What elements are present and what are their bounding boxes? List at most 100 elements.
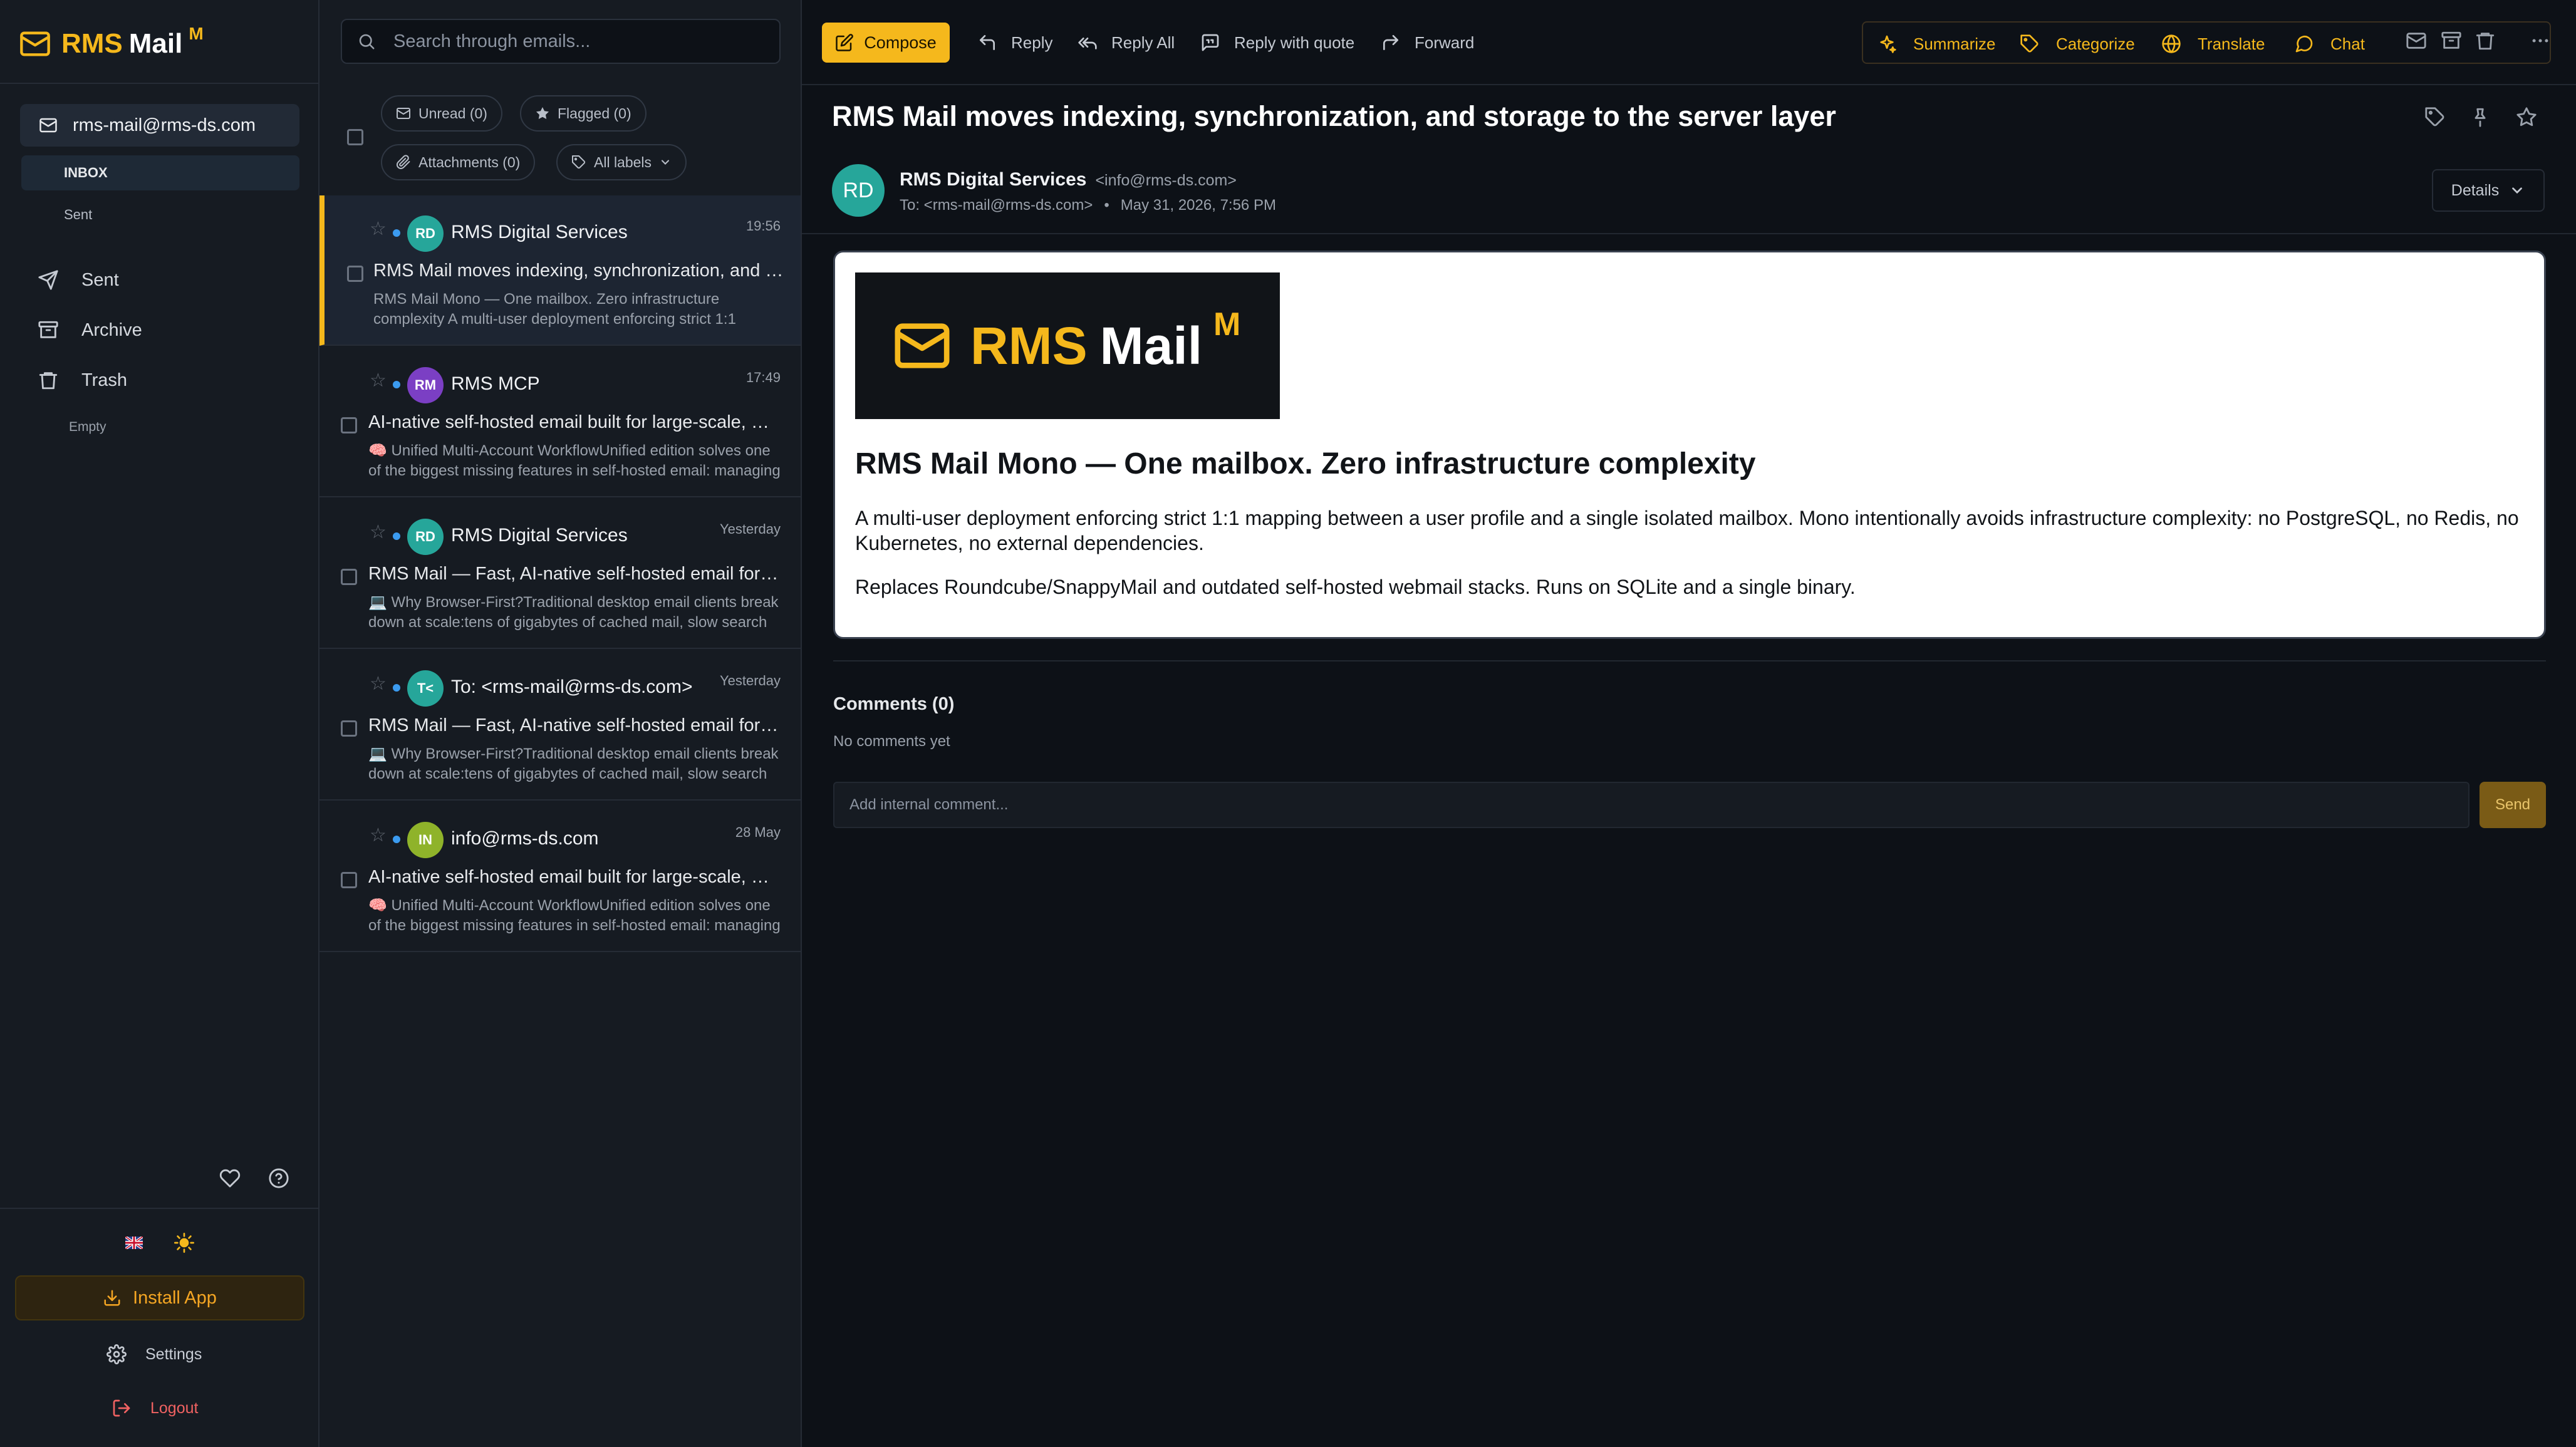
sidebar-item-trash[interactable]: Trash [38, 365, 127, 396]
email-list-item[interactable]: ☆ T< To: <rms-mail@rms-ds.com> Yesterday… [319, 650, 801, 801]
email-checkbox[interactable] [347, 266, 363, 282]
pin-icon[interactable] [2470, 106, 2491, 128]
filter-labels[interactable]: All labels [556, 144, 687, 180]
tag-icon [2020, 34, 2038, 53]
reply-all-icon [1078, 37, 1097, 49]
logout-link[interactable]: Logout [112, 1396, 198, 1421]
reply-all-button[interactable]: Reply All [1078, 26, 1175, 59]
star-icon[interactable]: ☆ [370, 521, 387, 543]
app-name-primary: RMS [61, 28, 123, 59]
reply-button[interactable]: Reply [977, 26, 1052, 59]
trash-icon[interactable] [2475, 30, 2496, 51]
star-icon[interactable]: ☆ [370, 673, 387, 695]
summarize-button[interactable]: Summarize [1877, 31, 1995, 56]
message-subject: RMS Mail moves indexing, synchronization… [832, 100, 1836, 132]
recipient-line: To: <rms-mail@rms-ds.com> • May 31, 2026, … [900, 197, 1276, 214]
email-sender: info@rms-ds.com [451, 828, 599, 849]
sun-icon[interactable] [174, 1233, 194, 1253]
settings-label: Settings [145, 1345, 202, 1363]
star-icon[interactable]: ☆ [370, 218, 387, 240]
chevron-down-icon [2512, 187, 2523, 194]
star-icon[interactable] [2516, 106, 2537, 128]
compose-button[interactable]: Compose [822, 23, 950, 63]
mark-unread-icon[interactable] [2406, 30, 2427, 51]
email-time: 19:56 [745, 218, 781, 234]
sender-avatar: IN [407, 822, 444, 858]
send-comment-button[interactable]: Send [2480, 782, 2546, 828]
app-window: RMS Mail M rms-mail@rms-ds.com INBOX Sen… [0, 0, 2576, 1447]
email-checkbox[interactable] [341, 720, 357, 737]
sidebar-item-label: Sent [81, 269, 119, 290]
filter-attachments[interactable]: Attachments (0) [381, 144, 536, 180]
email-subject: RMS Mail moves indexing, synchronization… [373, 261, 786, 281]
sidebar-item-sent[interactable]: Sent [38, 264, 119, 296]
email-list-item[interactable]: ☆ RD RMS Digital Services 19:56 RMS Mail… [319, 195, 801, 346]
email-time: Yesterday [719, 673, 781, 688]
email-checkbox[interactable] [341, 417, 357, 433]
forward-icon [1383, 35, 1398, 50]
translate-button[interactable]: Translate [2161, 31, 2265, 56]
uk-flag-icon[interactable] [125, 1237, 143, 1249]
logout-label: Logout [150, 1399, 199, 1417]
download-icon [104, 1290, 120, 1306]
search-box[interactable] [341, 19, 781, 64]
folder-inbox[interactable]: INBOX [21, 155, 299, 190]
sparkles-icon [1880, 35, 1896, 53]
logout-icon [113, 1399, 130, 1417]
email-time: Yesterday [719, 521, 781, 537]
mail-icon [397, 108, 410, 119]
app-name-secondary: Mail [128, 28, 183, 59]
comment-input[interactable] [833, 782, 2470, 828]
no-comments-text: No comments yet [833, 733, 950, 750]
install-app-button[interactable]: Install App [15, 1275, 304, 1320]
details-button[interactable]: Details [2432, 169, 2545, 212]
email-list-item[interactable]: ☆ RD RMS Digital Services Yesterday RMS … [319, 499, 801, 649]
mail-logo-icon [895, 323, 950, 368]
sidebar-divider [0, 83, 319, 84]
unread-dot [393, 381, 400, 388]
select-all-checkbox[interactable] [347, 129, 363, 145]
banner-primary: RMS [970, 316, 1088, 375]
filter-flagged[interactable]: Flagged (0) [520, 95, 647, 132]
trash-icon [39, 372, 58, 390]
email-preview: 💻 Why Browser-First?Traditional desktop … [368, 745, 779, 782]
globe-icon [2162, 34, 2181, 53]
heart-icon[interactable] [219, 1168, 241, 1189]
body-heading: RMS Mail Mono — One mailbox. Zero infras… [855, 447, 1756, 480]
email-checkbox[interactable] [341, 872, 357, 888]
email-list-panel: Unread (0) Flagged (0) Attachments (0) A… [319, 0, 802, 1447]
email-preview: RMS Mail Mono — One mailbox. Zero infras… [373, 291, 736, 328]
forward-button[interactable]: Forward [1381, 26, 1474, 59]
reply-icon [980, 35, 995, 50]
app-logo[interactable]: RMS Mail M [19, 24, 204, 63]
email-preview: 🧠 Unified Multi-Account WorkflowUnified … [368, 897, 781, 934]
reply-with-quote-label: Reply with quote [1234, 33, 1355, 52]
folder-sent-sub[interactable]: Sent [64, 207, 92, 223]
reply-with-quote-button[interactable]: Reply with quote [1200, 26, 1354, 59]
label-icon[interactable] [2424, 106, 2446, 128]
account-email: rms-mail@rms-ds.com [73, 115, 256, 135]
search-input[interactable] [392, 30, 745, 53]
empty-trash-link[interactable]: Empty [69, 420, 106, 435]
settings-link[interactable]: Settings [106, 1342, 202, 1367]
sidebar-item-label: Archive [81, 319, 142, 340]
sender-email: <info@rms-ds.com> [1095, 172, 1237, 189]
categorize-button[interactable]: Categorize [2020, 31, 2135, 56]
email-list-item[interactable]: ☆ IN info@rms-ds.com 28 May AI-native se… [319, 802, 801, 952]
star-icon[interactable]: ☆ [370, 370, 387, 392]
filter-unread[interactable]: Unread (0) [381, 95, 502, 132]
star-icon[interactable]: ☆ [370, 824, 387, 846]
app-name-superscript: M [189, 24, 204, 43]
account-selector[interactable]: rms-mail@rms-ds.com [20, 104, 299, 147]
help-icon[interactable] [268, 1168, 289, 1189]
more-options-icon[interactable] [2530, 30, 2551, 51]
email-checkbox[interactable] [341, 569, 357, 585]
unread-dot [393, 229, 400, 237]
email-list-item[interactable]: ☆ RM RMS MCP 17:49 AI-native self-hosted… [319, 347, 801, 497]
sidebar-item-archive[interactable]: Archive [38, 314, 142, 346]
reply-label: Reply [1011, 33, 1053, 52]
message-body: RMS Mail M RMS Mail Mono — One mailbox. … [833, 251, 2546, 639]
chat-button[interactable]: Chat [2294, 31, 2365, 56]
recipient: To: <rms-mail@rms-ds.com> [900, 197, 1093, 214]
archive-icon[interactable] [2441, 30, 2462, 51]
